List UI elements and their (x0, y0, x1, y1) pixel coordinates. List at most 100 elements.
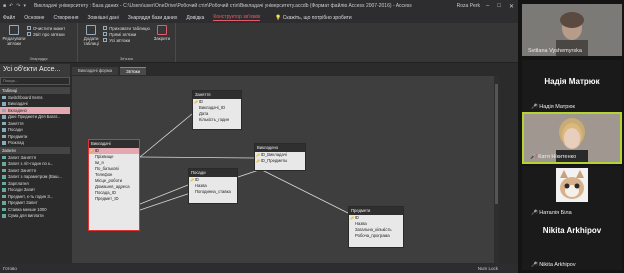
close-icon[interactable]: ✕ (509, 3, 514, 10)
nav-item-label: Запит з параметром (Ваш... (8, 174, 62, 180)
status-text: Готово (3, 266, 17, 271)
nav-item-query[interactable]: Запит з параметром (Ваш... (0, 174, 70, 181)
edit-relationships-label: Редагувати зв'язки (2, 36, 26, 46)
table-field[interactable]: ID_Предметы (255, 158, 305, 164)
table-icon (2, 95, 6, 99)
query-icon (2, 201, 6, 205)
save-icon[interactable]: ■ (3, 3, 6, 9)
participant-tile[interactable]: Надія Матрюк 🎤̸ Надія Матрюк (522, 60, 622, 112)
tab-create[interactable]: Створення (53, 15, 78, 21)
participant-name-row: 🎤̸ Надія Матрюк (531, 104, 575, 110)
nav-item-label: Предмети (8, 133, 28, 139)
table-vykladachi[interactable]: Викладачі ID Прізвище Ім_я По_батькові Т… (88, 139, 140, 231)
relationships-canvas[interactable]: Викладачі ID Прізвище Ім_я По_батькові Т… (72, 76, 494, 263)
redo-icon[interactable]: ↷ (16, 3, 20, 9)
participant-tile[interactable]: 🎤̸ Наталія Біла (522, 166, 622, 218)
nav-item-label: Вкладено (8, 107, 27, 113)
nav-item-label: Зарплатня (8, 180, 29, 186)
scrollbar-thumb[interactable] (495, 84, 498, 204)
participant-name: Катя Нікитенко (538, 154, 577, 160)
participant-name: Nikita Arkhipov (539, 262, 576, 268)
query-icon (2, 181, 6, 185)
nav-search-input[interactable]: Пошук... (0, 77, 70, 85)
query-icon (2, 207, 6, 211)
participant-tile[interactable]: Svitlana Vyshemyrska (522, 4, 622, 56)
relationship-line (139, 156, 255, 159)
quick-access-toolbar: ■ ↶ ↷ ▾ (3, 3, 26, 9)
muted-mic-icon: 🎤̸ (530, 154, 537, 160)
minimize-icon[interactable]: – (486, 3, 489, 10)
close-relationships-button[interactable]: Закрити (152, 25, 172, 46)
table-predmety[interactable]: Предмети ID Назва Загальна_кількість Роб… (348, 206, 404, 248)
nav-section-tables[interactable]: Таблиці (0, 87, 70, 94)
tab-relationship-design[interactable]: Конструктор зв'язків (213, 14, 261, 21)
participant-tile-active-speaker[interactable]: 🎤̸ Катя Нікитенко (522, 112, 622, 164)
participant-tile[interactable]: Nikita Arkhipov 🎤̸ Nikita Arkhipov (522, 218, 622, 270)
num-lock-indicator: Num Lock (477, 266, 498, 271)
participant-name-row: 🎤̸ Nikita Arkhipov (531, 262, 576, 268)
title-bar: ■ ↶ ↷ ▾ Викладачі університету : База да… (0, 0, 518, 12)
nav-item-table[interactable]: Розклад (0, 140, 70, 147)
tell-me-search[interactable]: 💡 Скажіть, що потрібно зробити (275, 15, 352, 21)
tab-database-tools[interactable]: Знаряддя бази даних (128, 15, 178, 21)
edit-relationships-button[interactable]: Редагувати зв'язки (2, 25, 26, 46)
all-relationships-button[interactable]: Усі зв'язки (103, 37, 150, 43)
table-icon (2, 121, 6, 125)
ribbon-group-tools: Редагувати зв'язки Очистити макет Звіт п… (0, 23, 78, 62)
table-posady[interactable]: Посади ID Назва Погодинна_ставка (188, 168, 238, 204)
doc-tab-form[interactable]: Викладачі форма (72, 67, 119, 75)
clear-layout-label: Очистити макет (33, 25, 66, 31)
add-tables-button[interactable]: Додати таблиці (81, 25, 101, 46)
table-zaniattia[interactable]: Заняття ID Викладачі_ID Дата Кількість_г… (192, 90, 242, 130)
relationships-group-label: Зв'язки (119, 56, 134, 61)
table-field[interactable]: Кількість_годин (193, 117, 241, 123)
query-icon (2, 162, 6, 166)
tab-external-data[interactable]: Зовнішні дані (88, 15, 119, 21)
nav-item-label: Викладачі (8, 101, 28, 107)
table-icon (2, 115, 6, 119)
table-icon (2, 102, 6, 106)
close-x-icon (156, 25, 167, 35)
table-field[interactable]: Предмет_ID (89, 196, 139, 202)
participant-name-row: 🎤̸ Наталія Біла (531, 210, 572, 216)
maximize-icon[interactable]: □ (497, 3, 501, 10)
relationship-report-button[interactable]: Звіт про зв'язки (27, 31, 65, 37)
hide-table-label: Приховати таблицю (109, 25, 150, 31)
canvas-scrollbar[interactable] (494, 76, 499, 263)
user-name[interactable]: Roza Perk (457, 3, 480, 9)
table-title: Посади (189, 169, 237, 177)
table-vykladeno[interactable]: Викладено ID_Викладачі ID_Предметы (254, 143, 306, 171)
nav-item-label: Запит з літ-годин по к... (8, 161, 54, 167)
tab-file[interactable]: Файл (3, 15, 15, 21)
relationship-report-label: Звіт про зв'язки (33, 31, 65, 37)
report-icon (27, 32, 31, 36)
participant-display-name: Nikita Arkhipov (542, 226, 602, 235)
hide-table-button[interactable]: Приховати таблицю (103, 25, 150, 31)
participant-name: Наталія Біла (539, 210, 572, 216)
relationship-line (139, 184, 189, 205)
nav-item-table[interactable]: Дані Предмети Для Багат... (0, 114, 70, 121)
close-label: Закрити (153, 36, 171, 41)
table-title: Заняття (193, 91, 241, 99)
status-bar: Готово Num Lock (0, 264, 518, 273)
nav-section-queries[interactable]: Запити (0, 147, 70, 154)
table-title: Викладено (255, 144, 305, 152)
doc-tab-relationships[interactable]: Зв'язки (120, 67, 146, 75)
tab-home[interactable]: Основне (24, 15, 44, 21)
tools-group-label: Знаряддя (29, 56, 48, 61)
undo-icon[interactable]: ↶ (9, 3, 13, 9)
nav-item-query[interactable]: Сума для виплати (0, 213, 70, 220)
nav-item-label: Запит Заняття (8, 154, 37, 160)
table-field[interactable]: Погодинна_ставка (189, 189, 237, 195)
query-icon (2, 188, 6, 192)
nav-pane-header[interactable]: Усі об'єкти Acce... (0, 64, 70, 77)
ribbon-group-relationships: Додати таблиці Приховати таблицю Прямі з… (78, 23, 176, 62)
zoom-participants-panel: Svitlana Vyshemyrska Надія Матрюк 🎤̸ Наді… (518, 0, 624, 273)
tab-help[interactable]: Довідка (186, 15, 204, 21)
customize-icon[interactable]: ▾ (23, 3, 26, 9)
participant-name: Svitlana Vyshemyrska (528, 48, 582, 54)
nav-item-label: Розклад (8, 140, 24, 146)
clear-layout-button[interactable]: Очистити макет (27, 25, 65, 31)
direct-relationships-icon (103, 32, 108, 36)
table-field[interactable]: Робоча_програма (349, 233, 403, 239)
